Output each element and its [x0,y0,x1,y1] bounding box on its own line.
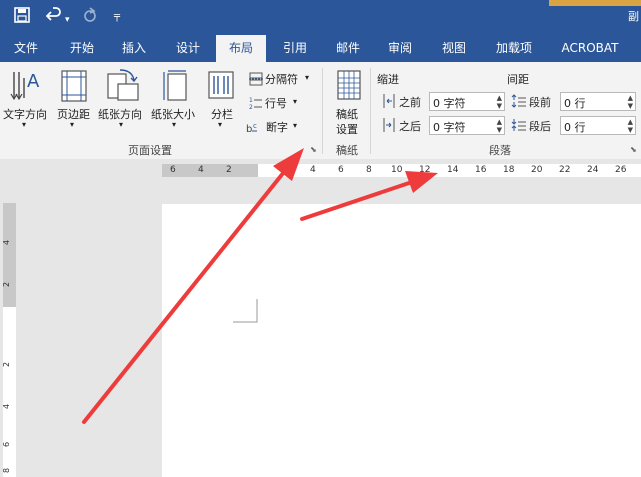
arrow-to-page-setup-launcher [82,148,304,424]
annotation-arrows [82,148,438,424]
arrow-to-ruler [300,171,438,221]
